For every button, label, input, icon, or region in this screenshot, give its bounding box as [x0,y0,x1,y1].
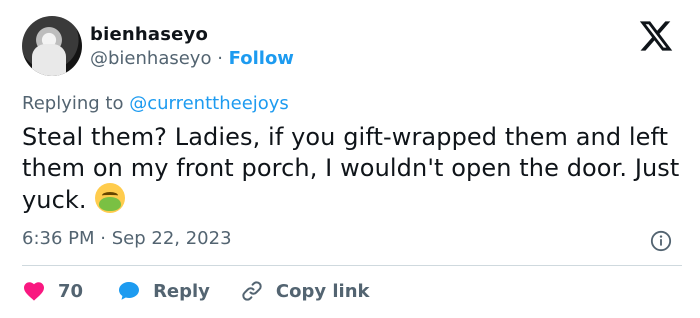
avatar[interactable] [22,16,82,76]
reply-button[interactable]: Reply [117,279,210,303]
user-handle[interactable]: @bienhaseyo [90,48,211,69]
like-button[interactable]: 70 [22,279,83,303]
follow-button[interactable]: Follow [229,48,294,69]
handle-separator: · [217,48,223,69]
like-count: 70 [58,280,84,302]
copy-link-label: Copy link [275,280,370,302]
replying-prefix: Replying to [22,93,124,114]
replying-to: Replying to @currenttheejoys [22,93,289,114]
replying-mention[interactable]: @currenttheejoys [129,93,289,114]
action-bar: 70 Reply Copy link [22,278,370,304]
info-icon[interactable] [650,230,672,252]
timestamp-separator: · [100,228,106,249]
tweet-text: Steal them? Ladies, if you gift-wrapped … [22,122,682,216]
copy-link-button[interactable]: Copy link [240,279,370,303]
tweet-time: 6:36 PM [22,228,95,249]
handle-row: @bienhaseyo · Follow [90,48,294,69]
timestamp[interactable]: 6:36 PM · Sep 22, 2023 [22,228,232,249]
x-logo-icon[interactable] [636,18,676,54]
nauseated-face-emoji-icon [94,183,125,213]
link-icon [242,281,262,301]
tweet-date: Sep 22, 2023 [111,228,232,249]
display-name[interactable]: bienhaseyo [90,24,208,45]
reply-bubble-icon [119,282,140,300]
divider [22,265,682,266]
reply-label: Reply [153,280,210,302]
heart-icon [24,282,44,301]
